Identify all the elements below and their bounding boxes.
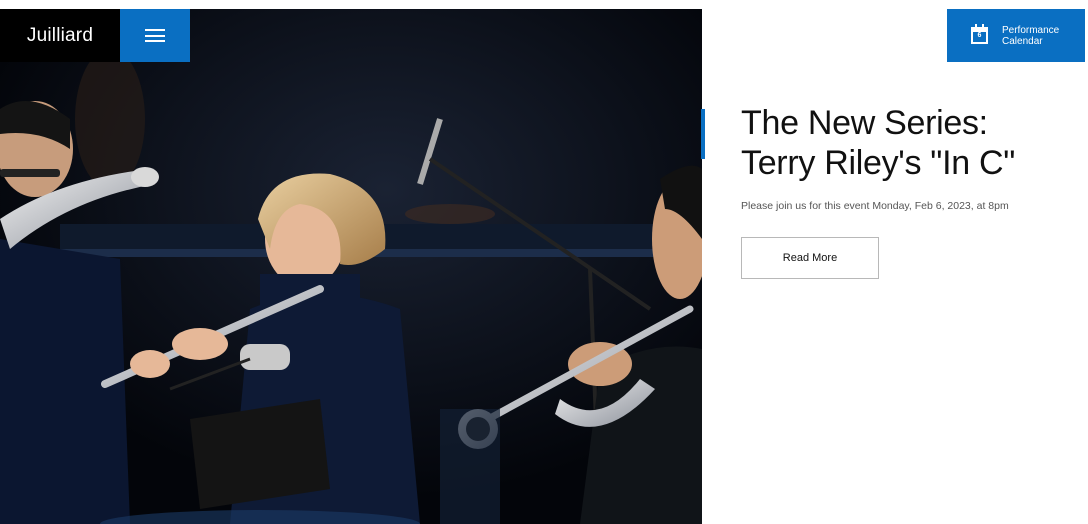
musicians-illustration xyxy=(0,9,702,524)
performance-calendar-button[interactable]: 6 Performance Calendar xyxy=(947,9,1085,62)
calendar-label-line2: Calendar xyxy=(1002,35,1043,47)
feature-title-line2: Terry Riley's "In C" xyxy=(741,144,1016,182)
calendar-label-line1: Performance xyxy=(1002,24,1060,36)
logo-text: Juilliard xyxy=(26,24,94,46)
calendar-label: Performance Calendar xyxy=(1002,25,1059,47)
feature-title-line1: The New Series: xyxy=(741,104,988,142)
calendar-icon-number: 6 xyxy=(977,32,982,39)
feature-title: The New Series: Terry Riley's "In C" xyxy=(741,103,1071,183)
calendar-icon: 6 xyxy=(971,24,988,44)
menu-button[interactable] xyxy=(120,9,190,62)
accent-bar xyxy=(701,109,705,159)
read-more-button[interactable]: Read More xyxy=(741,237,879,279)
logo[interactable]: Juilliard xyxy=(0,9,120,62)
feature-description: Please join us for this event Monday, Fe… xyxy=(741,200,1009,212)
hero-photo xyxy=(0,9,702,524)
hamburger-menu-icon xyxy=(145,29,165,42)
